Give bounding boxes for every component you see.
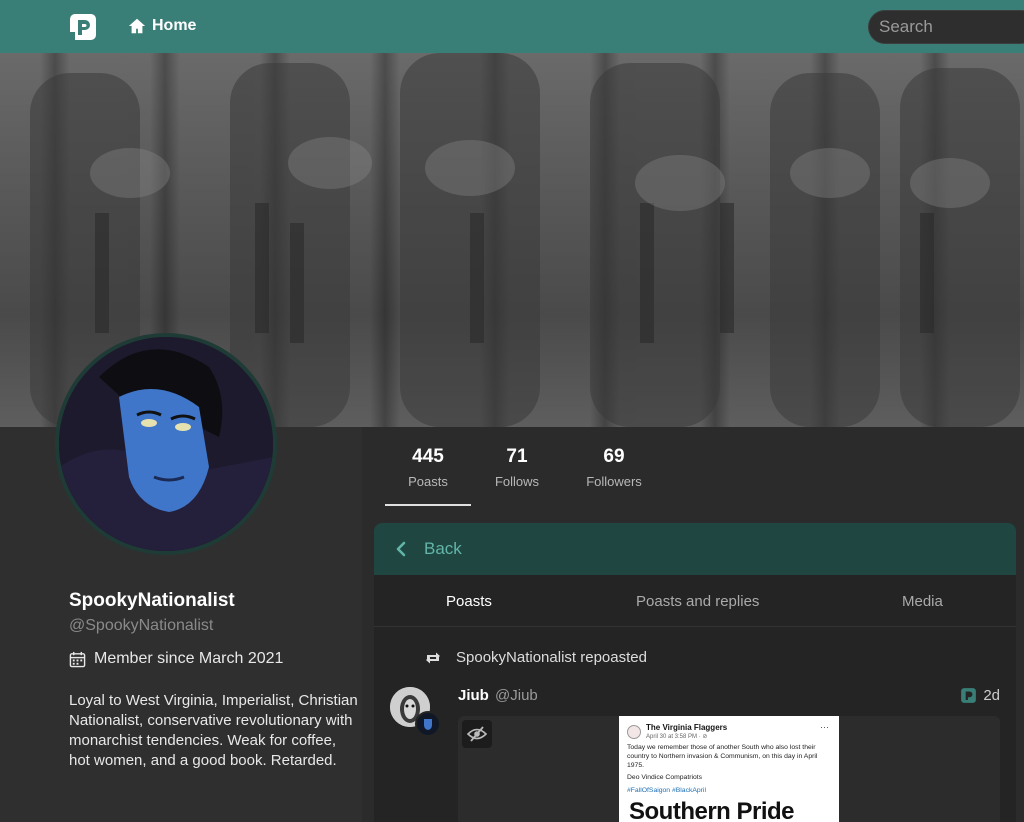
stat-follows[interactable]: 71 Follows bbox=[490, 446, 544, 489]
tab-poasts-and-replies[interactable]: Poasts and replies bbox=[636, 593, 759, 610]
repost-icon bbox=[426, 652, 440, 663]
stat-value: 445 bbox=[412, 446, 444, 467]
poa-instance-icon bbox=[961, 688, 977, 703]
member-since-text: Member since March 2021 bbox=[94, 650, 284, 667]
post-media[interactable]: The Virginia Flaggers April 30 at 3:58 P… bbox=[458, 716, 1000, 822]
media-signoff: Deo Vindice Compatriots bbox=[627, 774, 703, 781]
post-author-handle: @Jiub bbox=[495, 687, 538, 704]
home-icon bbox=[128, 18, 146, 34]
profile-handle: @SpookyNationalist bbox=[69, 617, 214, 634]
stat-label: Follows bbox=[494, 474, 540, 489]
profile-avatar[interactable] bbox=[55, 333, 277, 555]
media-headline: Southern Pride bbox=[629, 798, 795, 822]
back-button[interactable]: Back bbox=[374, 523, 1016, 575]
stat-poasts[interactable]: 445 Poasts bbox=[400, 446, 456, 489]
stat-value: 69 bbox=[603, 446, 625, 467]
timeline-tabs: Poasts Poasts and replies Media bbox=[374, 575, 1016, 627]
display-name: SpookyNationalist bbox=[69, 590, 235, 611]
eye-slash-icon bbox=[467, 726, 487, 742]
stat-label: Followers bbox=[586, 474, 642, 489]
shield-badge-icon bbox=[424, 719, 432, 730]
post-author-name: Jiub bbox=[458, 687, 489, 704]
hide-media-button[interactable] bbox=[462, 720, 492, 748]
repost-text[interactable]: SpookyNationalist repoasted bbox=[456, 649, 647, 666]
tab-poasts[interactable]: Poasts bbox=[446, 593, 492, 610]
active-stat-underline bbox=[385, 504, 471, 506]
chevron-left-icon bbox=[396, 541, 406, 557]
media-image[interactable]: The Virginia Flaggers April 30 at 3:58 P… bbox=[619, 716, 839, 822]
media-page-title: The Virginia Flaggers bbox=[646, 723, 728, 732]
post-author[interactable]: Jiub @Jiub bbox=[458, 687, 538, 704]
home-label: Home bbox=[152, 17, 197, 34]
poa-logo-icon[interactable] bbox=[68, 12, 98, 42]
media-header: The Virginia Flaggers April 30 at 3:58 P… bbox=[627, 723, 727, 740]
post-meta[interactable]: 2d bbox=[960, 687, 1000, 704]
media-page-date: April 30 at 3:58 PM · ⊘ bbox=[646, 734, 708, 740]
timeline-panel: Back Poasts Poasts and replies Media Spo… bbox=[374, 523, 1016, 822]
calendar-icon bbox=[69, 651, 86, 667]
page-logo-icon bbox=[627, 724, 641, 739]
repost-indicator: SpookyNationalist repoasted bbox=[424, 649, 647, 666]
more-options-icon: ··· bbox=[820, 722, 829, 732]
post-author-badge bbox=[415, 711, 441, 737]
media-body-text: Today we remember those of another South… bbox=[627, 744, 818, 769]
stat-label: Poasts bbox=[408, 474, 448, 489]
media-hashtags: #FallOfSaigon #BlackApril bbox=[627, 787, 706, 794]
member-since: Member since March 2021 bbox=[69, 650, 283, 668]
post-timestamp: 2d bbox=[983, 687, 1000, 704]
profile-bio: Loyal to West Virginia, Imperialist, Chr… bbox=[69, 692, 358, 769]
stat-followers[interactable]: 69 Followers bbox=[582, 446, 646, 489]
home-nav-link[interactable]: Home bbox=[128, 15, 196, 37]
search-input[interactable] bbox=[868, 10, 1024, 44]
stat-value: 71 bbox=[506, 446, 528, 467]
tab-media[interactable]: Media bbox=[902, 593, 943, 610]
back-label: Back bbox=[424, 539, 462, 558]
top-nav-bar: Home bbox=[0, 0, 1024, 53]
